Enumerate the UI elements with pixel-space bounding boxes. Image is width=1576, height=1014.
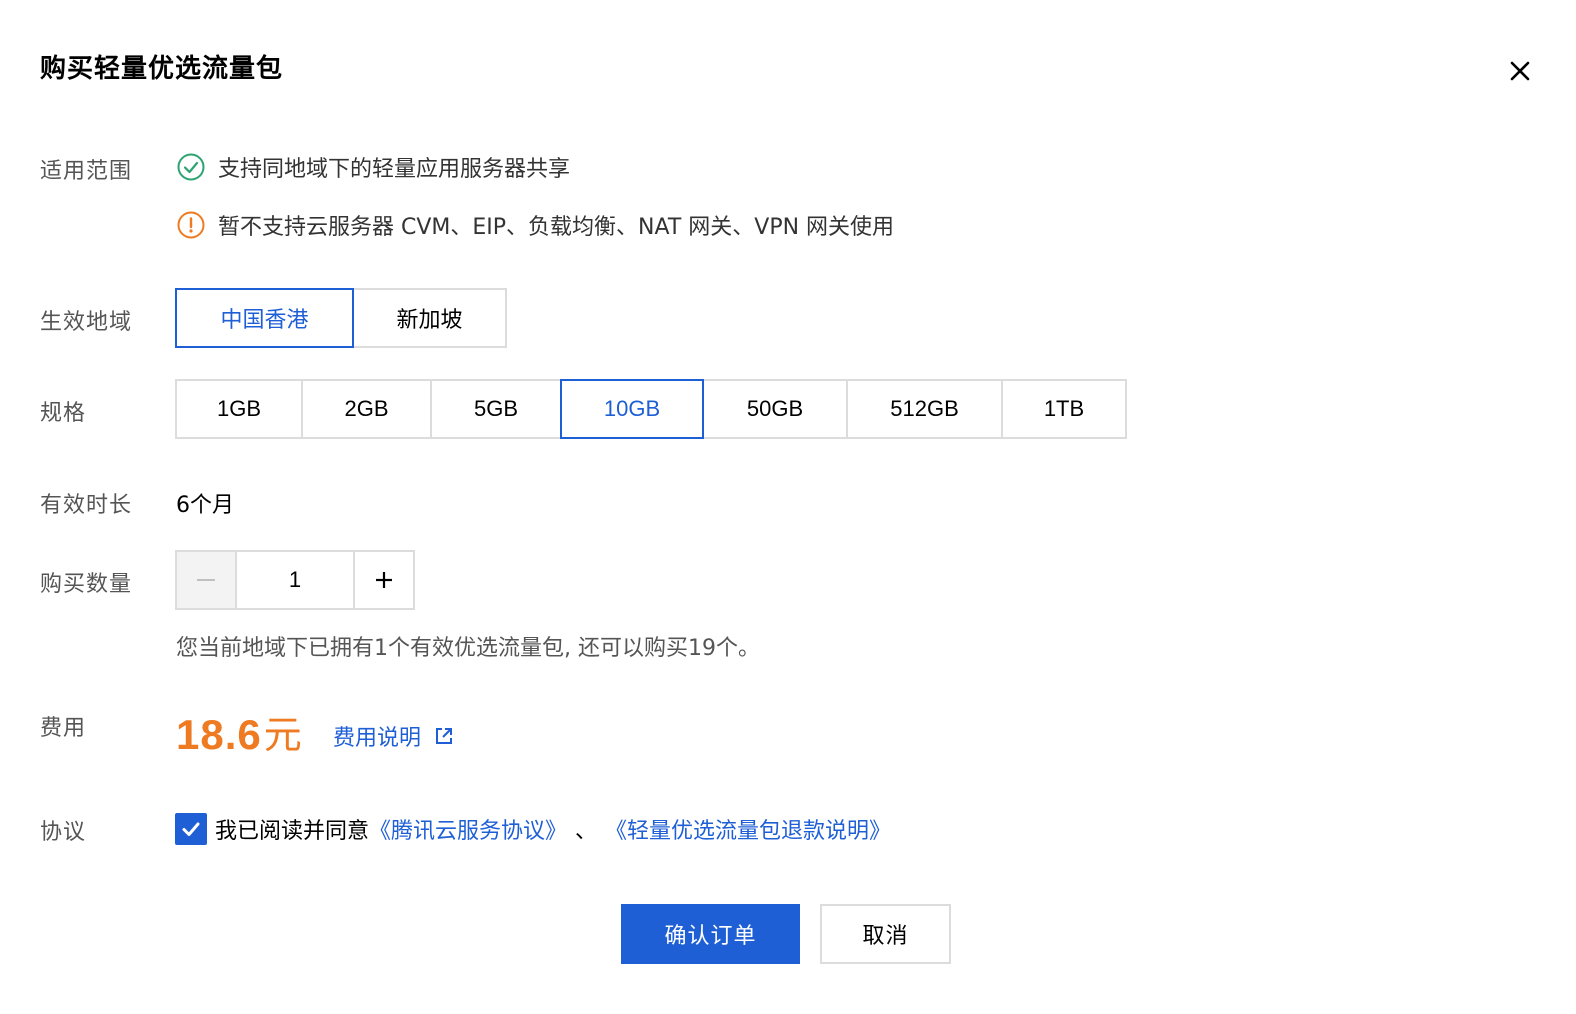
spec-label: 规格	[40, 401, 87, 426]
scope-label: 适用范围	[40, 159, 133, 184]
fee-info-link[interactable]: 费用说明	[333, 720, 455, 752]
region-label: 生效地域	[40, 310, 133, 335]
fee-amount: 18.6	[176, 711, 262, 758]
checkmark-icon	[182, 822, 200, 836]
spec-option-1gb[interactable]: 1GB	[175, 379, 303, 439]
region-selector: 中国香港 新加坡	[175, 288, 507, 348]
increment-button[interactable]	[353, 550, 415, 610]
quantity-field[interactable]	[235, 550, 355, 610]
minus-icon	[197, 579, 215, 581]
refund-policy-link[interactable]: 《轻量优选流量包退款说明》	[605, 813, 891, 845]
close-icon[interactable]	[1506, 57, 1534, 85]
duration-value: 6个月	[176, 493, 234, 518]
agreement-row: 我已阅读并同意 《腾讯云服务协议》 、 《轻量优选流量包退款说明》	[175, 813, 891, 845]
service-agreement-link[interactable]: 《腾讯云服务协议》	[369, 813, 567, 845]
scope-supported-text: 支持同地域下的轻量应用服务器共享	[218, 157, 571, 182]
spec-option-50gb[interactable]: 50GB	[702, 379, 848, 439]
confirm-order-button[interactable]: 确认订单	[621, 904, 800, 964]
spec-selector: 1GB 2GB 5GB 10GB 50GB 512GB 1TB	[175, 379, 1127, 439]
check-circle-icon	[176, 152, 206, 182]
purchase-dialog: 购买轻量优选流量包 适用范围 支持同地域下的轻量应用服务器共享 暂不支持云服务器…	[0, 0, 1576, 1014]
quantity-stepper	[175, 550, 415, 610]
agreement-checkbox[interactable]	[175, 813, 207, 845]
decrement-button[interactable]	[175, 550, 237, 610]
spec-option-10gb[interactable]: 10GB	[560, 379, 704, 439]
fee-info-link-text: 费用说明	[333, 726, 422, 751]
region-option-singapore[interactable]: 新加坡	[352, 288, 507, 348]
warning-circle-icon	[176, 210, 206, 240]
fee-label: 费用	[40, 716, 87, 741]
spec-option-5gb[interactable]: 5GB	[430, 379, 562, 439]
cancel-button[interactable]: 取消	[820, 904, 951, 964]
region-option-hongkong[interactable]: 中国香港	[175, 288, 354, 348]
plus-icon	[376, 572, 392, 588]
scope-unsupported-text: 暂不支持云服务器 CVM、EIP、负载均衡、NAT 网关、VPN 网关使用	[218, 215, 895, 240]
agreement-label: 协议	[40, 820, 87, 845]
quantity-label: 购买数量	[40, 572, 133, 597]
fee-price: 18.6 元	[176, 712, 302, 758]
scope-unsupported: 暂不支持云服务器 CVM、EIP、负载均衡、NAT 网关、VPN 网关使用	[176, 209, 894, 241]
fee-unit: 元	[263, 713, 302, 757]
scope-supported: 支持同地域下的轻量应用服务器共享	[176, 151, 570, 183]
duration-label: 有效时长	[40, 493, 133, 518]
agreement-prefix: 我已阅读并同意	[215, 819, 370, 844]
spec-option-1tb[interactable]: 1TB	[1001, 379, 1127, 439]
quantity-input[interactable]	[235, 552, 355, 608]
dialog-title: 购买轻量优选流量包	[40, 54, 284, 84]
external-link-icon	[433, 725, 455, 747]
agreement-separator: 、	[575, 819, 598, 844]
quantity-hint: 您当前地域下已拥有1个有效优选流量包, 还可以购买19个。	[176, 636, 760, 661]
spec-option-2gb[interactable]: 2GB	[301, 379, 432, 439]
spec-option-512gb[interactable]: 512GB	[846, 379, 1003, 439]
